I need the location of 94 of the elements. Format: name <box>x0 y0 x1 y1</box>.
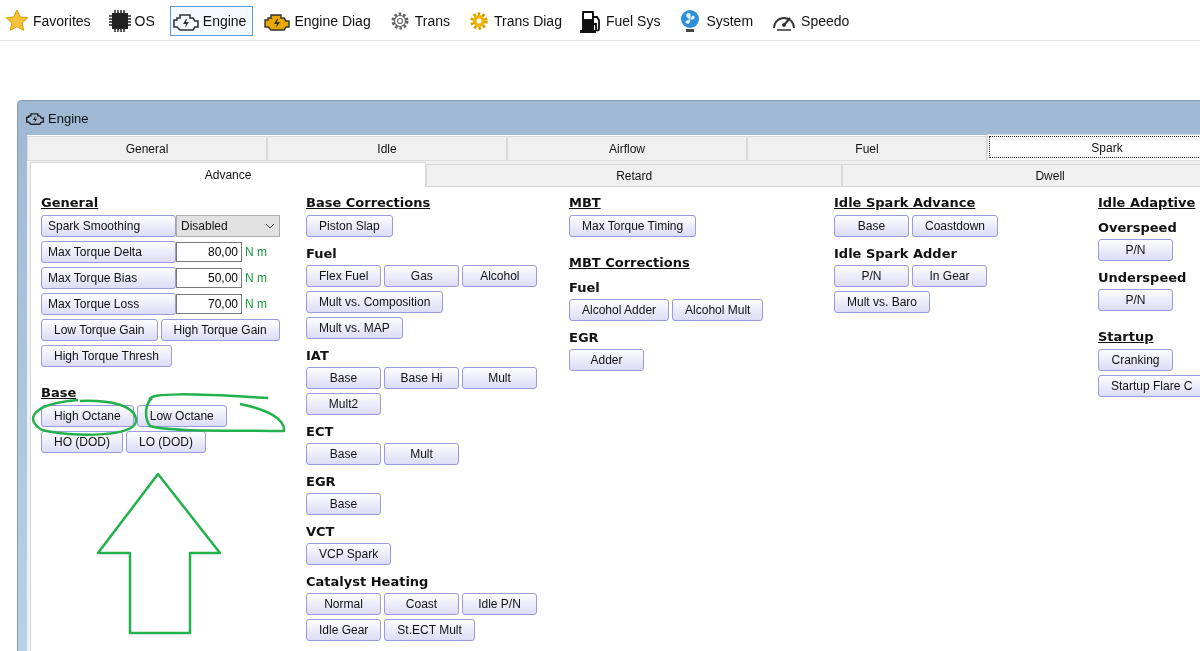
section-heading: Idle Adaptive <box>1098 194 1196 212</box>
table-button[interactable]: P/N <box>1098 239 1173 261</box>
table-button[interactable]: In Gear <box>912 265 987 287</box>
table-button[interactable]: Base <box>306 443 381 465</box>
table-button[interactable]: Coastdown <box>912 215 999 237</box>
tab[interactable]: Fuel <box>747 136 987 160</box>
table-button[interactable]: P/N <box>834 265 909 287</box>
table-button[interactable]: Startup Flare C <box>1098 375 1200 397</box>
table-button[interactable]: High Octane <box>41 405 134 427</box>
fuel-pump-icon <box>579 9 602 33</box>
value-field[interactable]: 80,00 <box>176 242 242 262</box>
section-heading: Startup <box>1098 328 1154 346</box>
group-heading: Idle Spark Adder <box>834 245 957 263</box>
table-button[interactable]: Gas <box>384 265 460 287</box>
tab[interactable]: General <box>27 136 267 160</box>
table-button[interactable]: Base Hi <box>384 367 459 389</box>
toolbar-button[interactable]: Trans Diag <box>464 6 569 36</box>
table-button[interactable]: Flex Fuel <box>306 265 382 287</box>
section-heading: MBT <box>569 194 601 212</box>
toolbar-button[interactable]: Speedo <box>768 6 857 36</box>
table-button[interactable]: Mult2 <box>306 393 381 415</box>
table-button[interactable]: Base <box>306 367 381 389</box>
toolbar-button[interactable]: Favorites <box>2 6 98 36</box>
parameter-button[interactable]: Max Torque Loss <box>41 293 176 315</box>
table-button[interactable]: Mult <box>384 443 459 465</box>
star-icon <box>5 9 29 33</box>
toolbar-button[interactable]: Engine <box>169 6 254 36</box>
parameter-button[interactable]: Max Torque Bias <box>41 267 176 289</box>
table-button[interactable]: Alcohol <box>462 265 538 287</box>
table-button[interactable]: High Torque Thresh <box>41 345 172 367</box>
section-heading: MBT Corrections <box>569 254 690 272</box>
tab[interactable]: Dwell <box>842 164 1200 187</box>
chevron-icon <box>265 223 275 229</box>
table-button[interactable]: High Torque Gain <box>160 319 280 341</box>
table-button[interactable]: Alcohol Mult <box>672 299 764 321</box>
table-button[interactable]: Mult vs. MAP <box>306 317 403 339</box>
unit-label: N m <box>245 245 267 259</box>
parameter-button[interactable]: Spark Smoothing <box>41 215 176 237</box>
engine-icon <box>172 11 199 31</box>
table-button[interactable]: Piston Slap <box>306 215 393 237</box>
group-heading: EGR <box>306 473 336 491</box>
toolbar-button[interactable]: Engine Diag <box>261 6 378 36</box>
group-heading: VCT <box>306 523 335 541</box>
group-heading: ECT <box>306 423 334 441</box>
chip-icon <box>108 10 131 32</box>
table-button[interactable]: Alcohol Adder <box>569 299 670 321</box>
group-heading: Overspeed <box>1098 219 1177 237</box>
tab[interactable]: Advance <box>30 162 427 187</box>
table-button[interactable]: Max Torque Timing <box>569 215 697 237</box>
table-button[interactable]: Mult <box>462 367 537 389</box>
table-button[interactable]: Normal <box>306 593 381 615</box>
table-button[interactable]: LO (DOD) <box>126 431 206 453</box>
window-title: Engine <box>48 110 89 126</box>
value-field[interactable]: 70,00 <box>176 294 242 314</box>
group-heading: Fuel <box>569 279 600 297</box>
table-button[interactable]: Base <box>834 215 909 237</box>
table-button[interactable]: Idle P/N <box>462 593 537 615</box>
table-button[interactable]: Idle Gear <box>306 619 382 641</box>
table-button[interactable]: VCP Spark <box>306 543 392 565</box>
table-button[interactable]: Base <box>306 493 381 515</box>
section-heading: Base Corrections <box>306 194 431 212</box>
table-button[interactable]: Cranking <box>1098 349 1173 371</box>
tab[interactable]: Spark <box>987 134 1200 160</box>
parameter-button[interactable]: Max Torque Delta <box>41 241 176 263</box>
table-button[interactable]: St.ECT Mult <box>384 619 475 641</box>
unit-label: N m <box>245 297 267 311</box>
toolbar-button[interactable]: Fuel Sys <box>576 6 668 36</box>
toolbar-button[interactable]: Trans <box>385 6 457 36</box>
group-heading: Fuel <box>306 245 337 263</box>
engine-icon <box>264 11 291 31</box>
group-heading: Underspeed <box>1098 269 1187 287</box>
value-field[interactable]: 50,00 <box>176 268 242 288</box>
table-button[interactable]: Coast <box>384 593 459 615</box>
unit-label: N m <box>245 271 267 285</box>
toolbar-button[interactable]: System <box>675 6 761 36</box>
tab[interactable]: Idle <box>267 136 507 160</box>
tab[interactable]: Airflow <box>507 136 747 160</box>
table-button[interactable]: Mult vs. Composition <box>306 291 444 313</box>
table-button[interactable]: Low Torque Gain <box>41 319 158 341</box>
engine-icon <box>26 111 44 125</box>
section-heading: Idle Spark Advance <box>834 194 976 212</box>
table-button[interactable]: Adder <box>569 349 644 371</box>
table-button[interactable]: Mult vs. Baro <box>834 291 931 313</box>
group-heading: IAT <box>306 347 329 365</box>
tab[interactable]: Retard <box>426 164 843 187</box>
dropdown[interactable]: Disabled <box>176 215 280 237</box>
section-heading: General <box>41 194 99 212</box>
gear-icon <box>467 10 490 32</box>
table-button[interactable]: Low Octane <box>136 405 227 427</box>
table-button[interactable]: P/N <box>1098 289 1173 311</box>
group-heading: Catalyst Heating <box>306 573 429 591</box>
group-heading: EGR <box>569 329 599 347</box>
section-heading: Base <box>41 384 77 402</box>
toolbar-button[interactable]: OS <box>105 6 162 36</box>
